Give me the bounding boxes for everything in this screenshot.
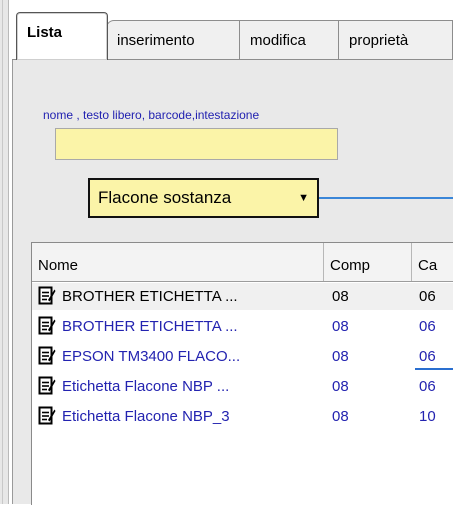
document-edit-icon [38, 313, 56, 340]
row-name: BROTHER ETICHETTA ... [62, 288, 238, 305]
filter-type-dropdown[interactable]: Flacone sostanza ▼ [88, 178, 319, 218]
row-comp: 08 [332, 288, 349, 305]
chevron-down-icon: ▼ [298, 192, 309, 204]
row-ca: 06 [419, 348, 436, 365]
row-ca: 06 [419, 378, 436, 395]
table-row[interactable]: Etichetta Flacone NBP ... 08 06 [32, 373, 453, 400]
document-edit-icon [38, 373, 56, 400]
column-header-comp[interactable]: Comp [324, 243, 412, 281]
templates-table: Nome Comp Ca BROTHER ETICHETTA ... 08 06 BR… [31, 242, 453, 505]
row-name: Etichetta Flacone NBP_3 [62, 408, 230, 425]
row-comp: 08 [332, 408, 349, 425]
column-header-nome[interactable]: Nome [32, 243, 324, 281]
tab-modifica[interactable]: modifica [239, 20, 339, 60]
row-name: EPSON TM3400 FLACO... [62, 348, 241, 365]
row-name: Etichetta Flacone NBP ... [62, 378, 230, 395]
tab-inserimento[interactable]: inserimento [106, 20, 240, 60]
tab-lista[interactable]: Lista [16, 12, 108, 60]
table-row[interactable]: EPSON TM3400 FLACO... 08 06 [32, 343, 453, 370]
search-label: nome , testo libero, barcode,intestazion… [43, 108, 260, 122]
row-ca: 06 [419, 288, 436, 305]
document-edit-icon [38, 403, 56, 430]
row-comp: 08 [332, 378, 349, 395]
filter-type-selected: Flacone sostanza [98, 188, 232, 207]
row-ca: 06 [419, 318, 436, 335]
row-comp: 08 [332, 318, 349, 335]
row-name: BROTHER ETICHETTA ... [62, 318, 238, 335]
table-header: Nome Comp Ca [32, 243, 453, 282]
document-edit-icon [38, 283, 56, 310]
row-ca: 10 [419, 408, 436, 425]
column-header-ca[interactable]: Ca [412, 243, 453, 281]
table-row[interactable]: BROTHER ETICHETTA ... 08 06 [32, 283, 453, 310]
search-input[interactable] [55, 128, 338, 160]
window-left-border [0, 0, 9, 504]
table-row[interactable]: Etichetta Flacone NBP_3 08 10 [32, 403, 453, 430]
table-row[interactable]: BROTHER ETICHETTA ... 08 06 [32, 313, 453, 340]
tab-proprieta[interactable]: proprietà [338, 20, 453, 60]
dropdown-connector-line [319, 197, 453, 199]
row-connector-line [415, 368, 453, 370]
row-comp: 08 [332, 348, 349, 365]
document-edit-icon [38, 343, 56, 370]
